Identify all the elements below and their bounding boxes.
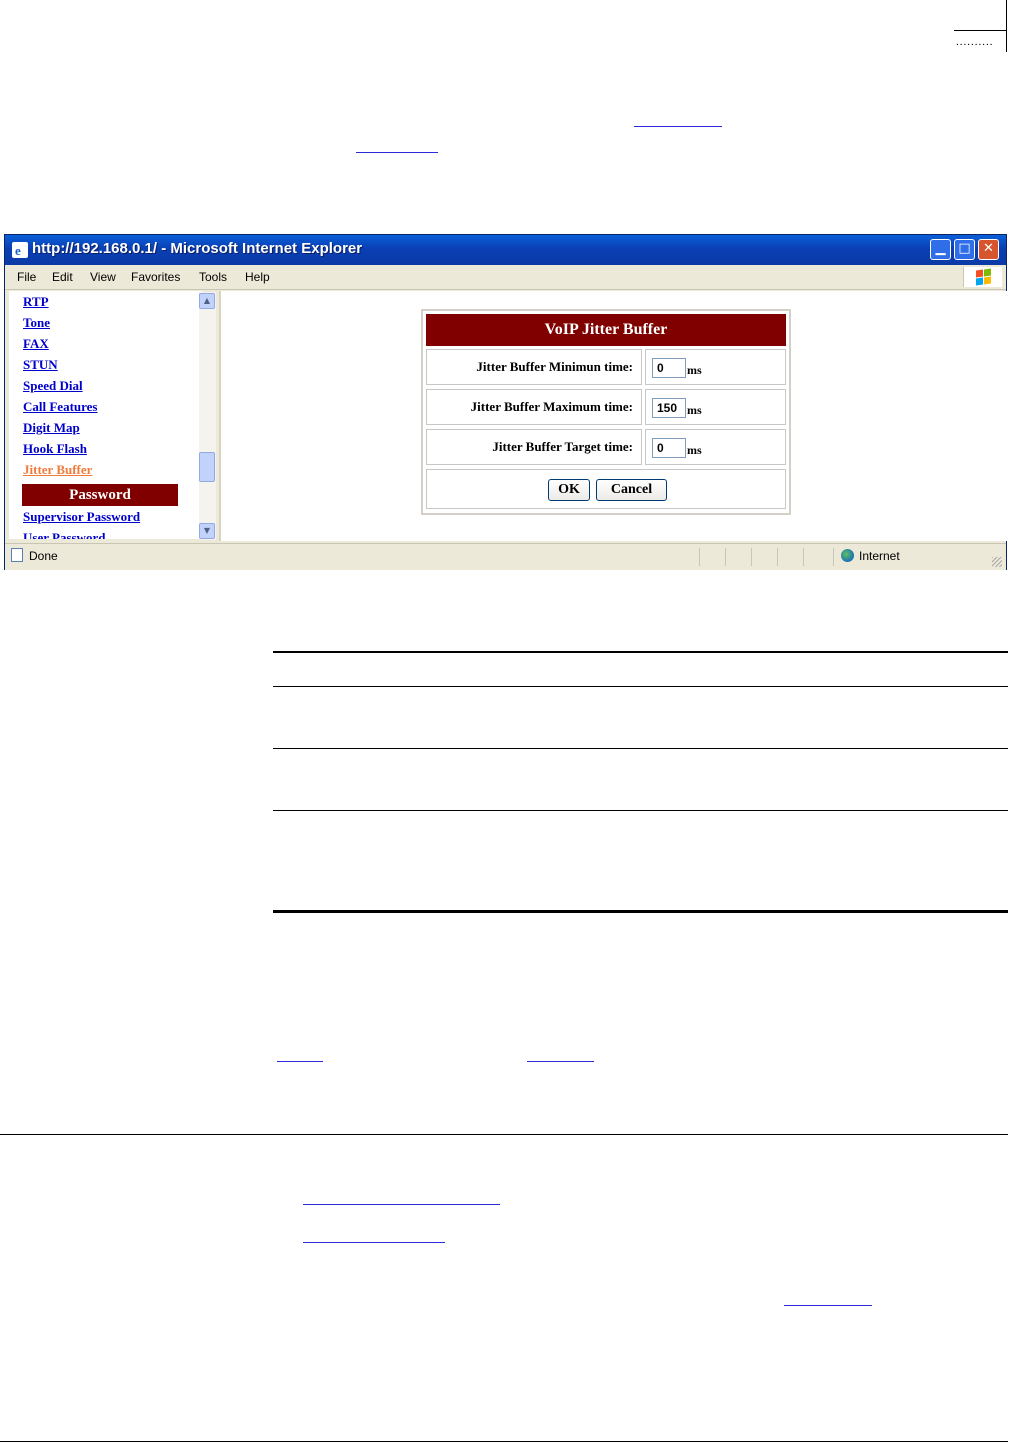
scroll-thumb[interactable] [199,452,215,482]
nav-link-user-password[interactable]: User Password [23,530,105,539]
jitter-target-cell: 0 ms [645,429,786,465]
nav-link-digit-map[interactable]: Digit Map [23,420,80,436]
doc-link-underline[interactable] [277,1061,323,1062]
doc-link-underline[interactable] [356,152,438,153]
nav-frame: RTP Tone FAX STUN Speed Dial Call Featur… [9,291,202,539]
doc-link-underline[interactable] [303,1204,500,1205]
content-frame: VoIP Jitter Buffer Jitter Buffer Minimun… [219,291,1007,541]
status-text: Done [29,549,58,563]
jitter-target-label: Jitter Buffer Target time: [426,429,642,465]
jitter-max-cell: 150 ms [645,389,786,425]
jitter-min-unit: ms [687,363,702,377]
status-divider [777,548,778,566]
zone-text: Internet [859,549,900,563]
menu-view[interactable]: View [90,270,116,284]
close-button[interactable]: ✕ [978,239,999,260]
status-divider [803,548,804,566]
doc-link-underline[interactable] [784,1305,872,1306]
jitter-max-input[interactable]: 150 [652,398,686,418]
minimize-button[interactable]: ▁ [930,239,951,260]
menu-bar: File Edit View Favorites Tools Help [5,265,1006,290]
table-row-rule [273,748,1008,749]
table-row-rule [273,810,1008,811]
page-bottom-rule [0,1441,1008,1442]
jitter-min-label: Jitter Buffer Minimun time: [426,349,642,385]
title-bar[interactable]: e http://192.168.0.1/ - Microsoft Intern… [5,235,1006,265]
scroll-up-icon[interactable]: ▲ [199,293,215,309]
table-row-rule [273,686,1008,687]
ok-button[interactable]: OK [548,479,590,501]
jitter-min-row: Jitter Buffer Minimun time: 0 ms [426,349,786,385]
menu-help[interactable]: Help [245,270,270,284]
page-corner-rule [954,30,1006,31]
maximize-button[interactable]: □ [954,239,975,260]
jitter-target-unit: ms [687,443,702,457]
status-divider [699,548,700,566]
jitter-target-row: Jitter Buffer Target time: 0 ms [426,429,786,465]
nav-link-tone[interactable]: Tone [23,315,50,331]
nav-link-speed-dial[interactable]: Speed Dial [23,378,83,394]
windows-logo-icon [963,267,1002,287]
jitter-buffer-form: VoIP Jitter Buffer Jitter Buffer Minimun… [421,309,791,515]
doc-link-underline[interactable] [303,1242,445,1243]
nav-link-call-features[interactable]: Call Features [23,399,98,415]
menu-tools[interactable]: Tools [199,270,227,284]
nav-link-rtp[interactable]: RTP [23,294,49,310]
jitter-max-row: Jitter Buffer Maximum time: 150 ms [426,389,786,425]
doc-link-underline[interactable] [634,126,722,127]
menu-edit[interactable]: Edit [52,270,73,284]
page-corner-dots: .......... [956,36,994,48]
cancel-button[interactable]: Cancel [596,479,667,501]
scroll-down-icon[interactable]: ▼ [199,523,215,539]
jitter-target-input[interactable]: 0 [652,438,686,458]
doc-link-underline[interactable] [527,1061,594,1062]
menu-file[interactable]: File [17,270,36,284]
jitter-min-cell: 0 ms [645,349,786,385]
ie-icon: e [12,242,28,258]
jitter-min-input[interactable]: 0 [652,358,686,378]
nav-link-stun[interactable]: STUN [23,357,58,373]
form-title: VoIP Jitter Buffer [426,314,786,346]
jitter-max-unit: ms [687,403,702,417]
menu-favorites[interactable]: Favorites [131,270,180,284]
nav-scrollbar[interactable]: ▲ ▼ [199,292,216,540]
table-top-rule [273,651,1008,653]
status-divider [833,548,834,566]
nav-link-supervisor-password[interactable]: Supervisor Password [23,509,140,525]
nav-link-jitter-buffer[interactable]: Jitter Buffer [23,462,92,478]
status-divider [751,548,752,566]
section-rule [0,1134,1008,1135]
browser-window: e http://192.168.0.1/ - Microsoft Intern… [4,234,1007,570]
nav-section-header: Password [22,484,178,506]
svg-text:e: e [15,243,21,258]
status-bar: Done Internet [5,543,1006,570]
nav-link-fax[interactable]: FAX [23,336,49,352]
resize-grip-icon[interactable] [992,557,1002,567]
status-divider [725,548,726,566]
page-icon [11,548,23,562]
window-title: http://192.168.0.1/ - Microsoft Internet… [32,240,363,257]
jitter-max-label: Jitter Buffer Maximum time: [426,389,642,425]
nav-link-hook-flash[interactable]: Hook Flash [23,441,87,457]
form-button-row: OK Cancel [426,469,786,509]
internet-zone-icon [841,549,854,562]
table-bottom-rule [273,910,1008,913]
